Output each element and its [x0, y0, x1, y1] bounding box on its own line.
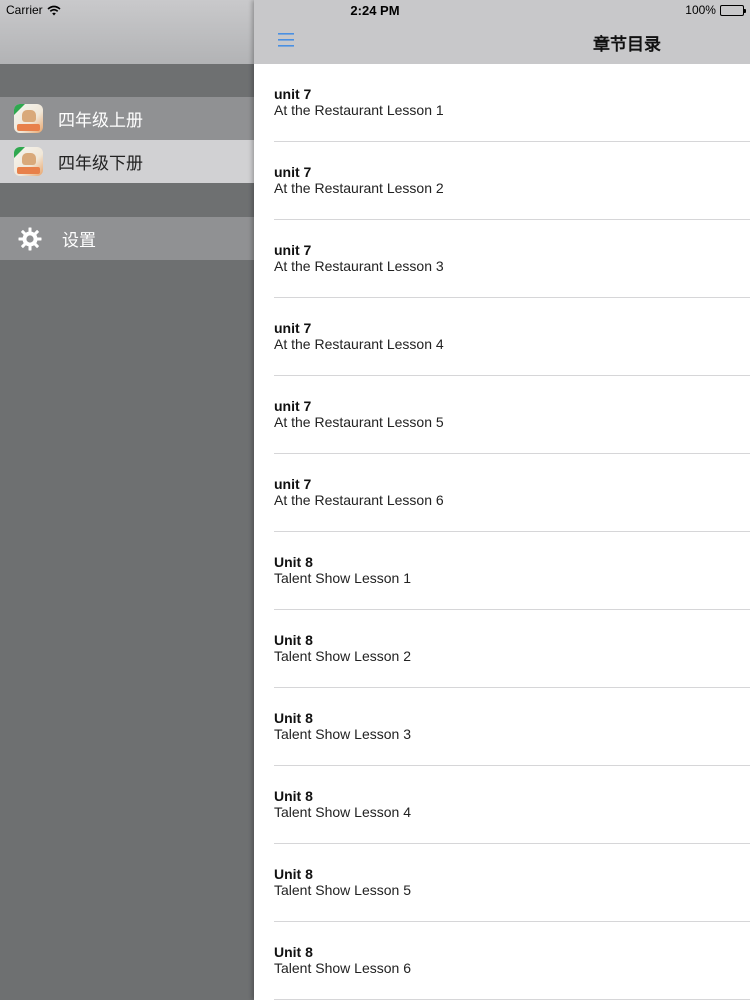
- book-cover-icon: [14, 147, 43, 176]
- list-item[interactable]: unit 7 At the Restaurant Lesson 3: [254, 220, 750, 298]
- unit-label: unit 7: [274, 320, 312, 336]
- list-item[interactable]: Unit 8 Talent Show Lesson 3: [254, 688, 750, 766]
- unit-label: Unit 8: [274, 632, 313, 648]
- list-item[interactable]: unit 7 At the Restaurant Lesson 1: [254, 64, 750, 142]
- list-item[interactable]: unit 7 At the Restaurant Lesson 2: [254, 142, 750, 220]
- lesson-title: Talent Show Lesson 4: [274, 804, 411, 820]
- unit-label: unit 7: [274, 164, 312, 180]
- sidebar-item-label: 四年级下册: [58, 154, 143, 173]
- status-bar: Carrier 2:24 PM 100%: [0, 0, 750, 20]
- wifi-icon: [47, 5, 61, 15]
- lesson-title: Talent Show Lesson 1: [274, 570, 411, 586]
- unit-label: unit 7: [274, 242, 312, 258]
- unit-label: unit 7: [274, 398, 312, 414]
- lesson-title: Talent Show Lesson 6: [274, 960, 411, 976]
- status-time: 2:24 PM: [350, 2, 400, 18]
- sidebar-item-grade4-volume2[interactable]: 四年级下册: [0, 140, 254, 183]
- chapter-list: unit 7 At the Restaurant Lesson 1 unit 7…: [254, 64, 750, 1000]
- list-item[interactable]: unit 7 At the Restaurant Lesson 6: [254, 454, 750, 532]
- lesson-title: At the Restaurant Lesson 1: [274, 102, 444, 118]
- list-item[interactable]: unit 7 At the Restaurant Lesson 4: [254, 298, 750, 376]
- gear-icon: [18, 227, 42, 250]
- battery-percentage: 100%: [685, 3, 716, 17]
- list-item[interactable]: Unit 8 Talent Show Lesson 1: [254, 532, 750, 610]
- sidebar-item-grade4-volume1[interactable]: 四年级上册: [0, 97, 254, 140]
- sidebar-item-label: 设置: [62, 231, 96, 250]
- page-title: 章节目录: [593, 35, 661, 54]
- lesson-title: Talent Show Lesson 2: [274, 648, 411, 664]
- unit-label: Unit 8: [274, 866, 313, 882]
- list-item[interactable]: Unit 8 Talent Show Lesson 6: [254, 922, 750, 1000]
- sidebar-drawer: 四年级上册 四年级下册 设置: [0, 0, 254, 1000]
- list-item[interactable]: Unit 8 Talent Show Lesson 5: [254, 844, 750, 922]
- sidebar-item-settings[interactable]: 设置: [0, 217, 254, 260]
- lesson-title: At the Restaurant Lesson 5: [274, 414, 444, 430]
- list-item[interactable]: Unit 8 Talent Show Lesson 2: [254, 610, 750, 688]
- lesson-title: At the Restaurant Lesson 3: [274, 258, 444, 274]
- lesson-title: At the Restaurant Lesson 6: [274, 492, 444, 508]
- unit-label: unit 7: [274, 476, 312, 492]
- lesson-title: At the Restaurant Lesson 2: [274, 180, 444, 196]
- lesson-title: At the Restaurant Lesson 4: [274, 336, 444, 352]
- unit-label: Unit 8: [274, 710, 313, 726]
- list-item[interactable]: Unit 8 Talent Show Lesson 4: [254, 766, 750, 844]
- list-item[interactable]: unit 7 At the Restaurant Lesson 5: [254, 376, 750, 454]
- unit-label: Unit 8: [274, 788, 313, 804]
- chapter-list-panel: 章节目录 unit 7 At the Restaurant Lesson 1 u…: [254, 0, 750, 1000]
- unit-label: Unit 8: [274, 554, 313, 570]
- sidebar-item-label: 四年级上册: [58, 111, 143, 130]
- unit-label: Unit 8: [274, 944, 313, 960]
- carrier-label: Carrier: [6, 3, 43, 17]
- lesson-title: Talent Show Lesson 3: [274, 726, 411, 742]
- unit-label: unit 7: [274, 86, 312, 102]
- book-cover-icon: [14, 104, 43, 133]
- battery-icon: [719, 4, 746, 16]
- lesson-title: Talent Show Lesson 5: [274, 882, 411, 898]
